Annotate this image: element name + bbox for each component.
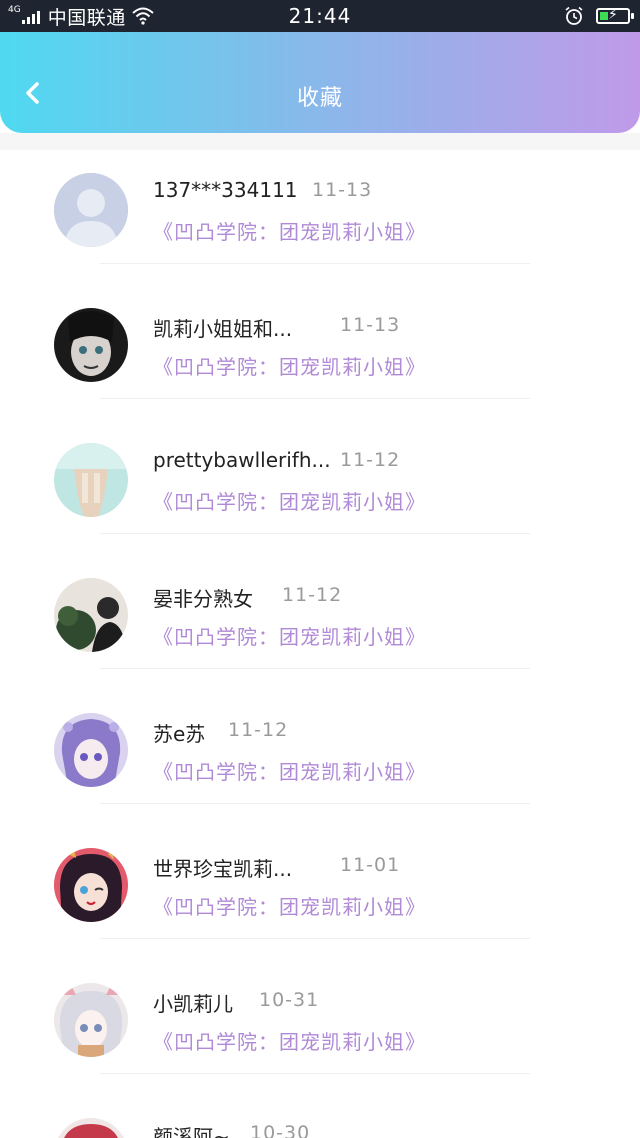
- list-item[interactable]: 颜溪阿~ 10-30: [0, 1095, 640, 1138]
- divider: [100, 398, 530, 399]
- avatar: [54, 308, 128, 382]
- status-right: ⚡: [564, 0, 634, 32]
- avatar: [54, 848, 128, 922]
- user-name: 晏非分熟女: [153, 587, 253, 611]
- date-label: 11-12: [340, 449, 401, 471]
- avatar: [54, 578, 128, 652]
- divider: [100, 533, 530, 534]
- course-link[interactable]: 《凹凸学院：团宠凯莉小姐》: [153, 1026, 426, 1055]
- user-name: 世界珍宝凯莉...: [153, 857, 293, 881]
- course-link[interactable]: 《凹凸学院：团宠凯莉小姐》: [153, 756, 426, 785]
- course-link[interactable]: 《凹凸学院：团宠凯莉小姐》: [153, 351, 426, 380]
- divider: [100, 263, 530, 264]
- date-label: 11-13: [312, 179, 373, 201]
- status-bar: 4G 中国联通 21:44 ⚡: [0, 0, 640, 32]
- date-label: 11-12: [228, 719, 289, 741]
- avatar: [54, 443, 128, 517]
- course-link[interactable]: 《凹凸学院：团宠凯莉小姐》: [153, 486, 426, 515]
- user-name: 颜溪阿~: [153, 1125, 230, 1138]
- user-name: 小凯莉儿: [153, 992, 233, 1016]
- page-title: 收藏: [296, 86, 343, 111]
- course-link[interactable]: 《凹凸学院：团宠凯莉小姐》: [153, 621, 426, 650]
- avatar: [54, 983, 128, 1057]
- course-link[interactable]: 《凹凸学院：团宠凯莉小姐》: [153, 891, 426, 920]
- avatar: [54, 173, 128, 247]
- date-label: 11-13: [340, 314, 401, 336]
- divider: [100, 803, 530, 804]
- user-name: prettybawllerifh...: [153, 448, 331, 472]
- avatar: [54, 1118, 128, 1138]
- header-bar: 收藏: [0, 32, 640, 133]
- status-time: 21:44: [288, 4, 352, 28]
- list-item[interactable]: 137***334111 11-13 《凹凸学院：团宠凯莉小姐》: [0, 150, 640, 285]
- date-label: 11-01: [340, 854, 401, 876]
- alarm-icon: [565, 6, 583, 25]
- date-label: 10-31: [259, 989, 320, 1011]
- list-item[interactable]: 凯莉小姐姐和... 11-13 《凹凸学院：团宠凯莉小姐》: [0, 285, 640, 420]
- avatar: [54, 713, 128, 787]
- user-name: 137***334111: [153, 178, 298, 202]
- course-link[interactable]: 《凹凸学院：团宠凯莉小姐》: [153, 216, 426, 245]
- list-item[interactable]: 苏e苏 11-12 《凹凸学院：团宠凯莉小姐》: [0, 690, 640, 825]
- divider: [100, 1073, 530, 1074]
- header-divider: [0, 133, 640, 150]
- date-label: 11-12: [282, 584, 343, 606]
- list-item[interactable]: 晏非分熟女 11-12 《凹凸学院：团宠凯莉小姐》: [0, 555, 640, 690]
- divider: [100, 938, 530, 939]
- user-name: 凯莉小姐姐和...: [153, 317, 293, 341]
- list-item[interactable]: 世界珍宝凯莉... 11-01 《凹凸学院：团宠凯莉小姐》: [0, 825, 640, 960]
- user-name: 苏e苏: [153, 722, 206, 746]
- battery-icon: ⚡: [596, 7, 634, 24]
- date-label: 10-30: [250, 1122, 311, 1138]
- divider: [100, 668, 530, 669]
- list-item[interactable]: prettybawllerifh... 11-12 《凹凸学院：团宠凯莉小姐》: [0, 420, 640, 555]
- list-item[interactable]: 小凯莉儿 10-31 《凹凸学院：团宠凯莉小姐》: [0, 960, 640, 1095]
